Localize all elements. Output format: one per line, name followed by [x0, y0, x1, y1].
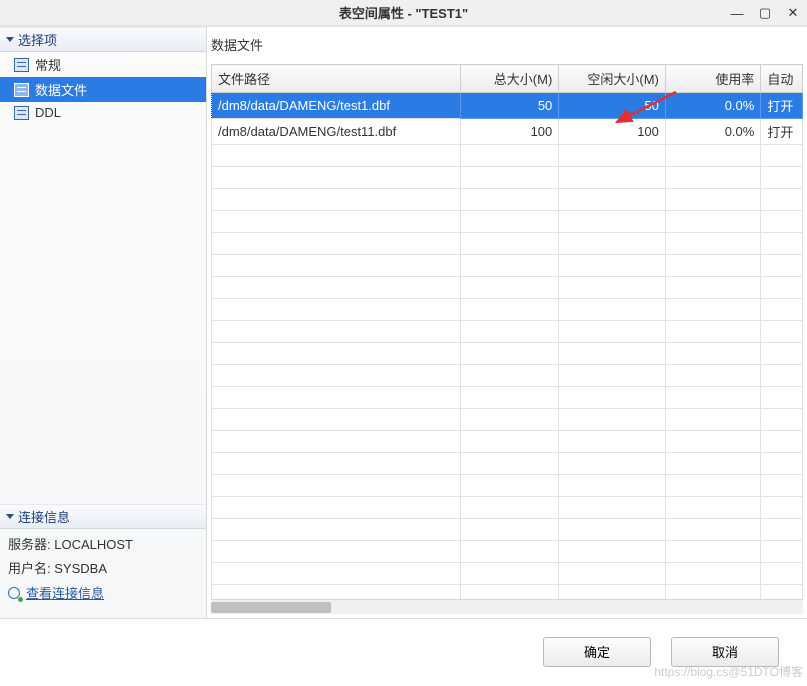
- user-label: 用户名:: [8, 561, 51, 576]
- left-sidebar: 选择项 常规 数据文件 DDL 连接信息 服务器: LOCALHOST: [0, 27, 207, 618]
- cell-free[interactable]: 50: [559, 93, 666, 119]
- table-row: .: [212, 343, 803, 365]
- header-row: 文件路径 总大小(M) 空闲大小(M) 使用率 自动: [212, 65, 803, 93]
- table-row[interactable]: /dm8/data/DAMENG/test1.dbf 50 50 0.0% 打开: [212, 93, 803, 119]
- options-header-label: 选择项: [18, 30, 57, 49]
- options-header[interactable]: 选择项: [0, 27, 206, 52]
- section-title: 数据文件: [207, 27, 807, 60]
- cell-usage[interactable]: 0.0%: [665, 119, 760, 145]
- table-row: .: [212, 167, 803, 189]
- titlebar: 表空间属性 - "TEST1" — ▢ ✕: [0, 0, 807, 26]
- table-row: .: [212, 255, 803, 277]
- table-row: .: [212, 475, 803, 497]
- watermark: https://blog.cs@51DTO博客: [654, 663, 803, 680]
- sidebar-item-ddl[interactable]: DDL: [0, 102, 206, 123]
- maximize-button[interactable]: ▢: [751, 0, 779, 26]
- sidebar-item-general[interactable]: 常规: [0, 52, 206, 77]
- server-row: 服务器: LOCALHOST: [8, 533, 198, 558]
- conn-header-label: 连接信息: [18, 507, 70, 526]
- table-row: .: [212, 299, 803, 321]
- minimize-button[interactable]: —: [723, 0, 751, 26]
- cell-free[interactable]: 100: [559, 119, 666, 145]
- chevron-down-icon: [6, 37, 14, 42]
- window-title: 表空间属性 - "TEST1": [339, 3, 468, 22]
- sidebar-item-datafiles[interactable]: 数据文件: [0, 77, 206, 102]
- table-row: .: [212, 431, 803, 453]
- ok-button[interactable]: 确定: [543, 637, 651, 667]
- table-row: .: [212, 211, 803, 233]
- right-pane: 数据文件 文件路径: [207, 27, 807, 618]
- cell-total[interactable]: 100: [460, 119, 559, 145]
- view-conn-link[interactable]: 查看连接信息: [8, 582, 104, 607]
- conn-header[interactable]: 连接信息: [0, 504, 206, 529]
- table-row[interactable]: /dm8/data/DAMENG/test11.dbf 100 100 0.0%…: [212, 119, 803, 145]
- data-grid-wrapper: 文件路径 总大小(M) 空闲大小(M) 使用率 自动 /dm8/data/DAM…: [211, 64, 803, 599]
- col-free[interactable]: 空闲大小(M): [559, 65, 666, 93]
- cell-auto[interactable]: 打开: [761, 119, 803, 145]
- chevron-down-icon: [6, 514, 14, 519]
- cell-auto[interactable]: 打开: [761, 93, 803, 119]
- table-row: .: [212, 541, 803, 563]
- table-row: .: [212, 453, 803, 475]
- table-row: .: [212, 145, 803, 167]
- cell-path[interactable]: /dm8/data/DAMENG/test11.dbf: [212, 119, 461, 145]
- table-row: .: [212, 409, 803, 431]
- table-row: .: [212, 233, 803, 255]
- table-row: .: [212, 277, 803, 299]
- page-icon: [14, 106, 29, 120]
- conn-info-panel: 服务器: LOCALHOST 用户名: SYSDBA 查看连接信息: [0, 529, 206, 618]
- info-icon: [8, 587, 22, 601]
- sidebar-item-label: 数据文件: [35, 80, 87, 99]
- footer: 确定 取消 https://blog.cs@51DTO博客: [0, 618, 807, 684]
- table-row: .: [212, 387, 803, 409]
- sidebar-item-label: DDL: [35, 105, 61, 120]
- data-grid[interactable]: 文件路径 总大小(M) 空闲大小(M) 使用率 自动 /dm8/data/DAM…: [211, 64, 803, 599]
- page-icon: [14, 83, 29, 97]
- table-row: .: [212, 585, 803, 600]
- horizontal-scrollbar[interactable]: [211, 599, 803, 614]
- close-button[interactable]: ✕: [779, 0, 807, 26]
- col-auto[interactable]: 自动: [761, 65, 803, 93]
- user-value: SYSDBA: [54, 561, 107, 576]
- cell-path[interactable]: /dm8/data/DAMENG/test1.dbf: [212, 93, 461, 119]
- server-label: 服务器:: [8, 537, 51, 552]
- col-total[interactable]: 总大小(M): [460, 65, 559, 93]
- view-conn-label: 查看连接信息: [26, 582, 104, 607]
- table-row: .: [212, 365, 803, 387]
- table-row: .: [212, 321, 803, 343]
- col-path[interactable]: 文件路径: [212, 65, 461, 93]
- server-value: LOCALHOST: [54, 537, 133, 552]
- table-row: .: [212, 497, 803, 519]
- table-row: .: [212, 189, 803, 211]
- col-usage[interactable]: 使用率: [665, 65, 760, 93]
- sidebar-item-label: 常规: [35, 55, 61, 74]
- table-row: .: [212, 563, 803, 585]
- cell-usage[interactable]: 0.0%: [665, 93, 760, 119]
- scrollbar-thumb[interactable]: [211, 602, 331, 613]
- cancel-button[interactable]: 取消: [671, 637, 779, 667]
- page-icon: [14, 58, 29, 72]
- cell-total[interactable]: 50: [460, 93, 559, 119]
- table-row: .: [212, 519, 803, 541]
- user-row: 用户名: SYSDBA: [8, 557, 198, 582]
